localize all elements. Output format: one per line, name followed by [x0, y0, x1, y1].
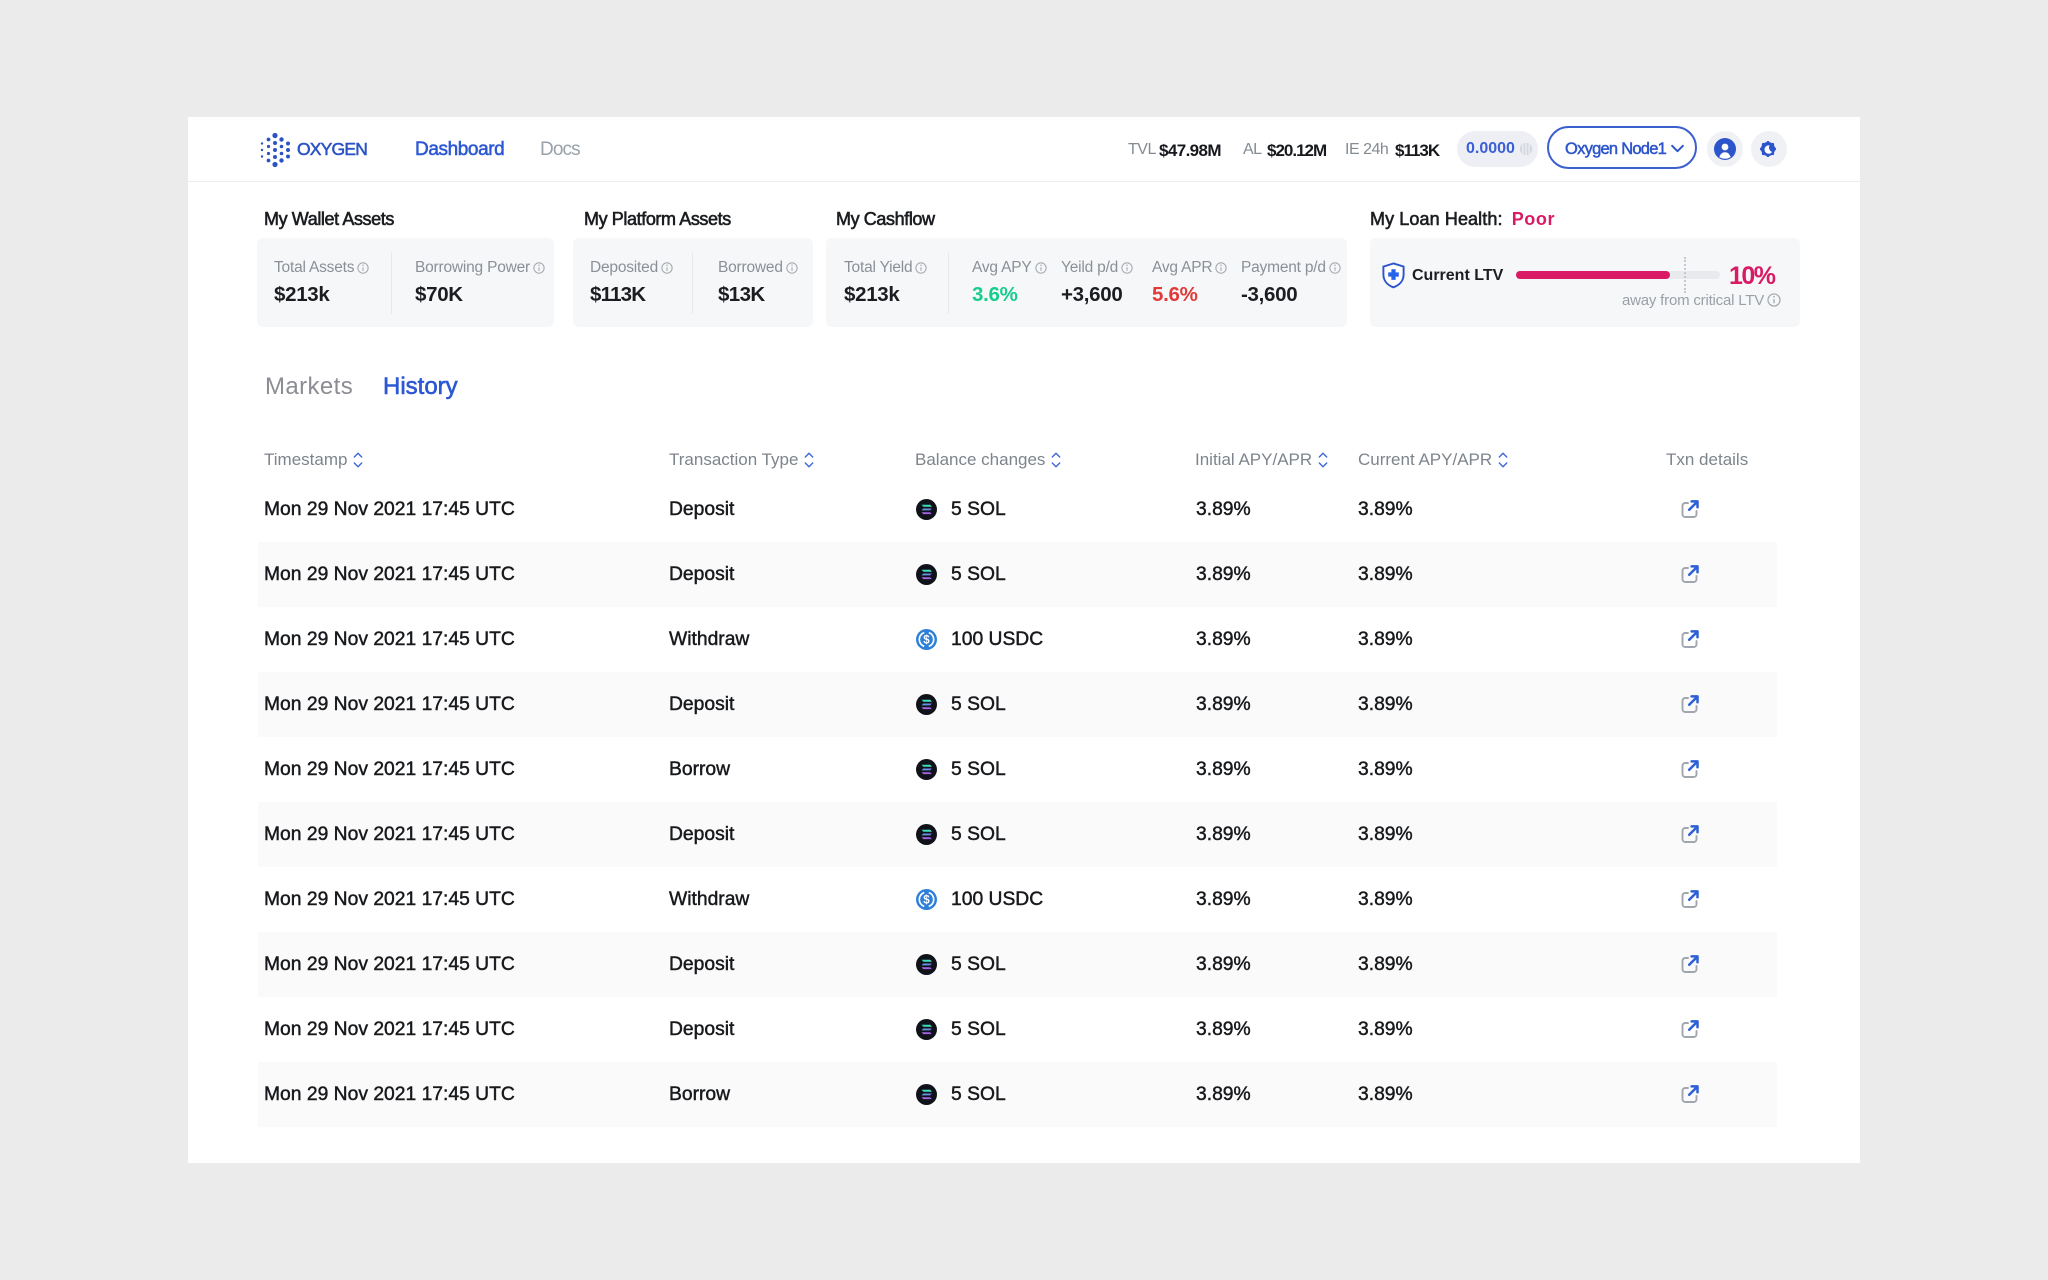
svg-text:$: $	[923, 635, 930, 647]
svg-text:$: $	[923, 895, 930, 907]
